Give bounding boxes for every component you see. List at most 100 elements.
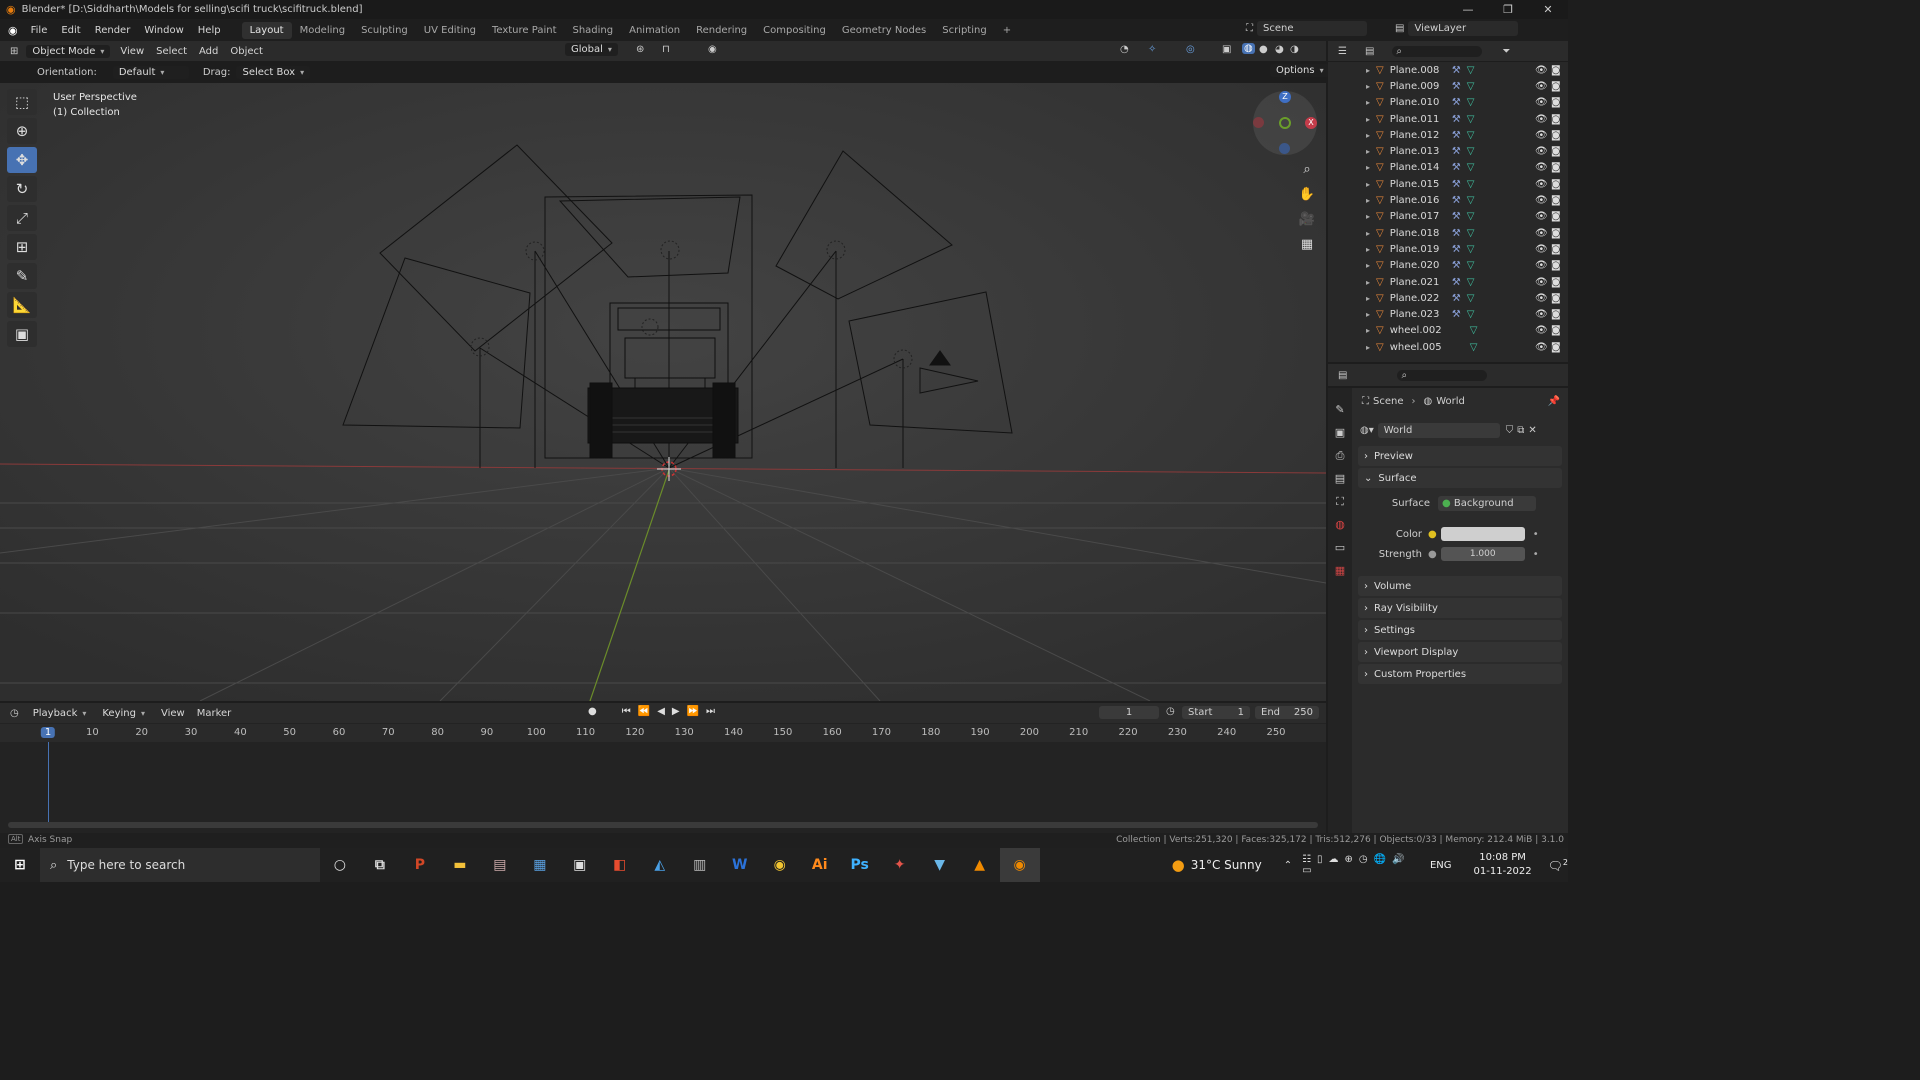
- app-icon-3[interactable]: ◭: [640, 848, 680, 882]
- tray-chevron-icon[interactable]: ⌃: [1284, 860, 1292, 871]
- render-camera-icon[interactable]: ◙: [1551, 309, 1561, 320]
- color-swatch[interactable]: [1440, 527, 1525, 541]
- expand-arrow-icon[interactable]: ▸: [1366, 278, 1370, 287]
- prev-keyframe-icon[interactable]: ⏪: [638, 706, 650, 717]
- xray-toggle-icon[interactable]: ▣: [1222, 44, 1231, 55]
- outliner-row[interactable]: ▸ ▽ Plane.014 ⚒ ▽ 👁 ◙: [1328, 160, 1568, 176]
- object-name[interactable]: Plane.016: [1390, 195, 1448, 206]
- world-browse-icon[interactable]: ◍▾: [1360, 425, 1374, 436]
- blender-menu-icon[interactable]: ◉: [8, 24, 18, 37]
- orientation-selector[interactable]: Default: [112, 65, 189, 79]
- gizmo-neg-z-axis[interactable]: [1279, 143, 1290, 154]
- object-name[interactable]: Plane.023: [1390, 309, 1448, 320]
- pivot-icon[interactable]: ⊛: [636, 44, 644, 55]
- render-camera-icon[interactable]: ◙: [1551, 65, 1561, 76]
- panel-viewport-display[interactable]: › Viewport Display: [1358, 642, 1562, 662]
- timeline-editor-icon[interactable]: ◷: [10, 708, 19, 719]
- file-explorer-icon[interactable]: ▬: [440, 848, 480, 882]
- visibility-eye-icon[interactable]: 👁: [1535, 179, 1548, 190]
- expand-arrow-icon[interactable]: ▸: [1366, 163, 1370, 172]
- expand-arrow-icon[interactable]: ▸: [1366, 131, 1370, 140]
- strength-socket-icon[interactable]: ●: [1428, 549, 1437, 560]
- frame-ruler[interactable]: 1 10 20 30 40 50 60 70 80 90 100 110 120 130 140 150 160…: [0, 724, 1326, 742]
- menu-marker[interactable]: Marker: [191, 708, 238, 719]
- world-name-field[interactable]: World: [1377, 422, 1500, 438]
- visibility-eye-icon[interactable]: 👁: [1535, 293, 1548, 304]
- outliner-row[interactable]: ▸ ▽ Plane.011 ⚒ ▽ 👁 ◙: [1328, 111, 1568, 127]
- tab-scripting[interactable]: Scripting: [934, 22, 994, 39]
- object-name[interactable]: Plane.021: [1390, 277, 1448, 288]
- render-camera-icon[interactable]: ◙: [1551, 195, 1561, 206]
- chrome-icon[interactable]: ◉: [760, 848, 800, 882]
- gizmo-x-axis[interactable]: X: [1305, 117, 1317, 129]
- expand-arrow-icon[interactable]: ▸: [1366, 147, 1370, 156]
- render-camera-icon[interactable]: ◙: [1551, 146, 1561, 157]
- strength-field[interactable]: 1.000: [1440, 547, 1525, 561]
- gizmo-neg-x-axis[interactable]: [1253, 117, 1264, 128]
- annotate-tool-icon[interactable]: ✎: [7, 263, 37, 289]
- expand-arrow-icon[interactable]: ▸: [1366, 196, 1370, 205]
- menu-keying[interactable]: Keying: [96, 707, 151, 720]
- tab-modeling[interactable]: Modeling: [292, 22, 354, 39]
- visibility-eye-icon[interactable]: 👁: [1535, 130, 1548, 141]
- outliner-row[interactable]: ▸ ▽ wheel.002 ▽ 👁 ◙: [1328, 323, 1568, 339]
- render-tab-icon[interactable]: ▣: [1328, 421, 1352, 444]
- outliner-row[interactable]: ▸ ▽ Plane.020 ⚒ ▽ 👁 ◙: [1328, 258, 1568, 274]
- tab-texture-paint[interactable]: Texture Paint: [484, 22, 565, 39]
- illustrator-icon[interactable]: Ai: [800, 848, 840, 882]
- rendered-shading-icon[interactable]: ◑: [1290, 44, 1299, 55]
- windows-start-icon[interactable]: ⊞: [0, 848, 40, 882]
- expand-arrow-icon[interactable]: ▸: [1366, 82, 1370, 91]
- clock[interactable]: 10:08 PM 01-11-2022: [1474, 851, 1532, 879]
- menu-playback[interactable]: Playback: [27, 707, 93, 720]
- jump-end-icon[interactable]: ⏭: [706, 706, 715, 717]
- panel-volume[interactable]: › Volume: [1358, 576, 1562, 596]
- 3d-viewport[interactable]: User Perspective (1) Collection: [0, 83, 1326, 701]
- play-icon[interactable]: ▶: [672, 706, 680, 717]
- object-name[interactable]: Plane.018: [1390, 228, 1448, 239]
- maximize-button[interactable]: ❐: [1488, 0, 1528, 19]
- select-box-tool-icon[interactable]: ⬚: [7, 89, 37, 115]
- expand-arrow-icon[interactable]: ▸: [1366, 326, 1370, 335]
- camera-view-icon[interactable]: 🎥: [1296, 208, 1318, 230]
- transform-orientation[interactable]: Global: [565, 43, 618, 56]
- app-icon-4[interactable]: ▥: [680, 848, 720, 882]
- object-name[interactable]: Plane.008: [1390, 65, 1448, 76]
- navigation-gizmo[interactable]: X Z: [1253, 91, 1317, 155]
- rotate-tool-icon[interactable]: ↻: [7, 176, 37, 202]
- gizmo-toggle-icon[interactable]: ✧: [1148, 44, 1156, 55]
- add-workspace-button[interactable]: +: [995, 22, 1019, 39]
- properties-editor-icon[interactable]: ▤: [1338, 370, 1347, 381]
- expand-arrow-icon[interactable]: ▸: [1366, 115, 1370, 124]
- render-camera-icon[interactable]: ◙: [1551, 97, 1561, 108]
- visibility-eye-icon[interactable]: 👁: [1535, 162, 1548, 173]
- scene-selector[interactable]: Scene: [1257, 21, 1367, 36]
- render-camera-icon[interactable]: ◙: [1551, 342, 1561, 353]
- editor-type-icon[interactable]: ⊞: [10, 46, 18, 57]
- tab-animation[interactable]: Animation: [621, 22, 688, 39]
- render-camera-icon[interactable]: ◙: [1551, 114, 1561, 125]
- panel-custom-properties[interactable]: › Custom Properties: [1358, 664, 1562, 684]
- panel-ray-visibility[interactable]: › Ray Visibility: [1358, 598, 1562, 618]
- render-camera-icon[interactable]: ◙: [1551, 293, 1561, 304]
- visibility-eye-icon[interactable]: 👁: [1535, 81, 1548, 92]
- object-name[interactable]: Plane.015: [1390, 179, 1448, 190]
- expand-arrow-icon[interactable]: ▸: [1366, 229, 1370, 238]
- weather-text[interactable]: 31°C Sunny: [1191, 858, 1262, 872]
- outliner-row[interactable]: ▸ ▽ Plane.008 ⚒ ▽ 👁 ◙: [1328, 62, 1568, 78]
- object-name[interactable]: Plane.014: [1390, 162, 1448, 173]
- add-cube-tool-icon[interactable]: ▣: [7, 321, 37, 347]
- office-icon[interactable]: ◧: [600, 848, 640, 882]
- tray-icons[interactable]: ☷▯☁⊕◷🌐🔊▭: [1302, 854, 1426, 876]
- expand-arrow-icon[interactable]: ▸: [1366, 245, 1370, 254]
- end-frame-field[interactable]: End 250: [1255, 706, 1319, 719]
- duplicate-icon[interactable]: ⧉: [1517, 425, 1524, 436]
- proportional-edit-icon[interactable]: ◉: [708, 44, 717, 55]
- visibility-eye-icon[interactable]: 👁: [1535, 97, 1548, 108]
- menu-object[interactable]: Object: [224, 46, 269, 57]
- record-icon[interactable]: ●: [588, 706, 597, 717]
- options-button[interactable]: Options: [1270, 64, 1330, 77]
- render-camera-icon[interactable]: ◙: [1551, 325, 1561, 336]
- visibility-eye-icon[interactable]: 👁: [1535, 114, 1548, 125]
- render-camera-icon[interactable]: ◙: [1551, 244, 1561, 255]
